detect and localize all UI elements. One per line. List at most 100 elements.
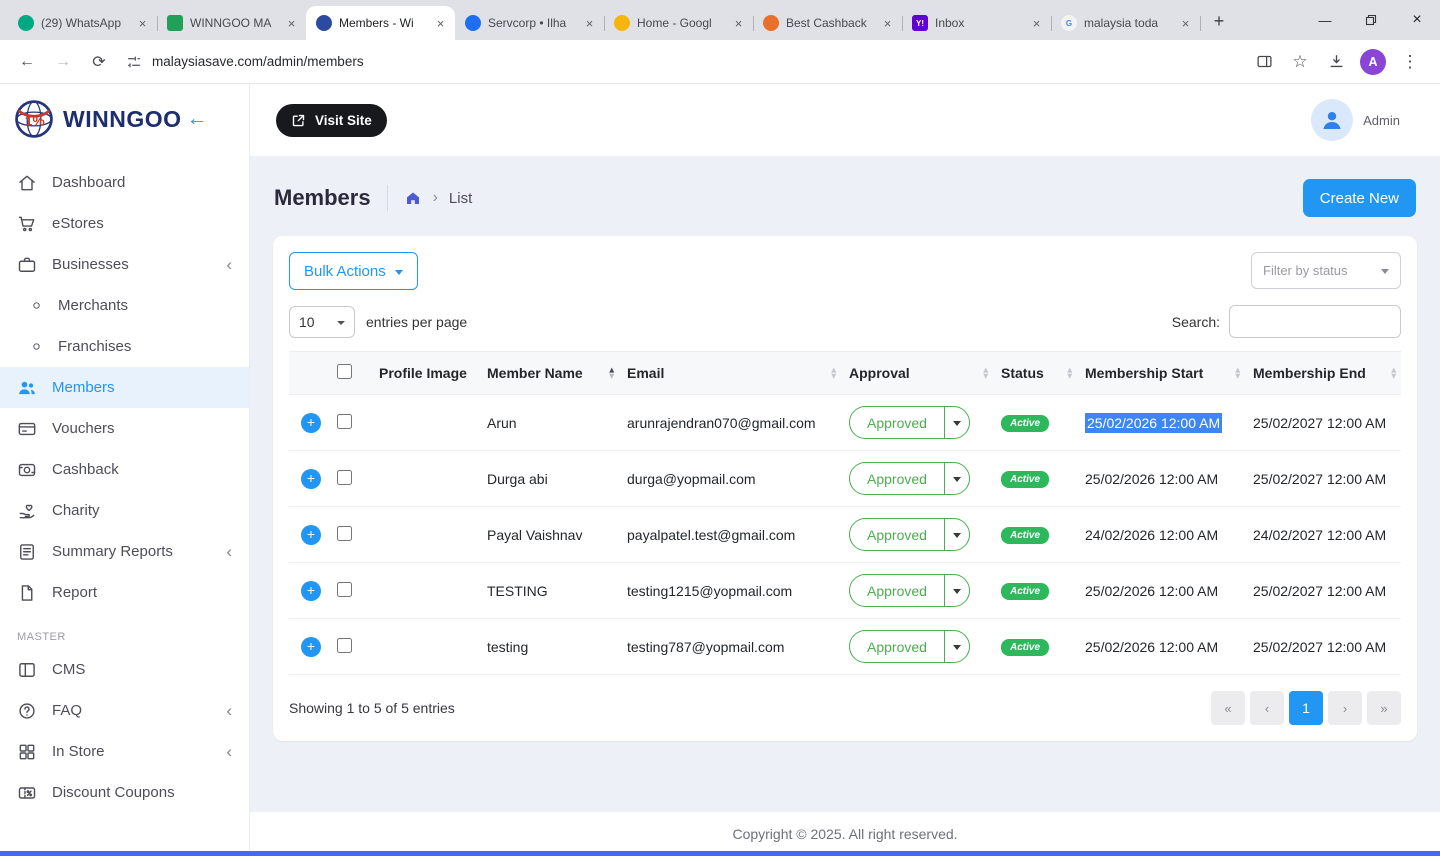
expand-row-button[interactable]: + (301, 637, 321, 657)
sidebar-item-members[interactable]: Members (0, 367, 249, 408)
restore-button[interactable] (1348, 0, 1394, 40)
browser-tab[interactable]: (29) WhatsApp × (8, 6, 157, 40)
back-button[interactable]: ← (10, 45, 44, 79)
row-checkbox[interactable] (337, 582, 352, 597)
browser-tab[interactable]: Home - Googl × (604, 6, 753, 40)
approval-dropdown[interactable]: Approved (849, 630, 970, 663)
row-checkbox[interactable] (337, 526, 352, 541)
pagination-first-button[interactable]: « (1211, 691, 1245, 725)
browser-tab[interactable]: Members - Wi × (306, 6, 455, 40)
browser-tab[interactable]: Servcorp • Ilha × (455, 6, 604, 40)
forward-button[interactable]: → (46, 45, 80, 79)
bulk-actions-button[interactable]: Bulk Actions (289, 252, 418, 290)
pagination-last-button[interactable]: » (1367, 691, 1401, 725)
tab-close-icon[interactable]: × (1177, 15, 1194, 32)
bottom-scrollbar[interactable] (0, 851, 1440, 856)
heading-divider (387, 185, 388, 211)
pagination-next-button[interactable]: › (1328, 691, 1362, 725)
col-profile-image[interactable]: Profile Image (371, 352, 479, 395)
home-icon (17, 173, 37, 193)
members-table: Profile Image Member Name Email Approval… (289, 351, 1401, 675)
caret-down-icon[interactable] (944, 631, 969, 662)
approval-dropdown[interactable]: Approved (849, 462, 970, 495)
refresh-button[interactable]: ⟳ (82, 45, 116, 79)
visit-site-button[interactable]: Visit Site (276, 104, 387, 137)
expand-row-button[interactable]: + (301, 581, 321, 601)
tab-close-icon[interactable]: × (730, 15, 747, 32)
url-text[interactable]: malaysiasave.com/admin/members (152, 54, 364, 69)
approval-dropdown[interactable]: Approved (849, 574, 970, 607)
sidebar-item-charity[interactable]: Charity (0, 490, 249, 531)
sidebar-item-franchises[interactable]: Franchises (0, 326, 249, 367)
col-membership-end[interactable]: Membership End (1245, 352, 1401, 395)
col-approval[interactable]: Approval (841, 352, 993, 395)
close-window-button[interactable]: × (1394, 0, 1440, 40)
site-info-icon[interactable] (126, 54, 142, 70)
tab-close-icon[interactable]: × (134, 15, 151, 32)
col-membership-start[interactable]: Membership Start (1077, 352, 1245, 395)
col-status[interactable]: Status (993, 352, 1077, 395)
tab-close-icon[interactable]: × (432, 15, 449, 32)
collapse-sidebar-icon[interactable]: ← (187, 107, 208, 131)
search-input[interactable] (1229, 305, 1401, 338)
create-new-button[interactable]: Create New (1303, 179, 1416, 217)
row-checkbox[interactable] (337, 470, 352, 485)
expand-row-button[interactable]: + (301, 525, 321, 545)
download-icon[interactable] (1320, 46, 1352, 78)
sidebar-item-cashback[interactable]: Cashback (0, 449, 249, 490)
status-filter-select[interactable]: Filter by status (1251, 252, 1401, 289)
sidebar-item-summary-reports[interactable]: Summary Reports (0, 531, 249, 572)
admin-profile[interactable]: Admin (1311, 99, 1414, 141)
row-checkbox[interactable] (337, 414, 352, 429)
new-tab-button[interactable]: + (1204, 6, 1234, 36)
bookmark-star-icon[interactable]: ☆ (1284, 46, 1316, 78)
membership-start-value: 25/02/2026 12:00 AM (1085, 413, 1222, 433)
sidebar-item-dashboard[interactable]: Dashboard (0, 162, 249, 203)
expand-row-button[interactable]: + (301, 413, 321, 433)
breadcrumb-home-icon[interactable] (404, 189, 422, 207)
sidebar-item-estores[interactable]: eStores (0, 203, 249, 244)
col-email[interactable]: Email (619, 352, 841, 395)
sidebar-item-in-store[interactable]: In Store (0, 731, 249, 772)
omnibox[interactable]: malaysiasave.com/admin/members (126, 54, 1246, 70)
sidebar-item-merchants[interactable]: Merchants (0, 285, 249, 326)
profile-image-cell (371, 619, 479, 675)
caret-down-icon[interactable] (944, 575, 969, 606)
caret-down-icon[interactable] (944, 407, 969, 438)
caret-down-icon[interactable] (944, 463, 969, 494)
row-checkbox[interactable] (337, 638, 352, 653)
sidebar-item-faq[interactable]: FAQ (0, 690, 249, 731)
caret-down-icon[interactable] (944, 519, 969, 550)
sidebar-item-businesses[interactable]: Businesses (0, 244, 249, 285)
approval-dropdown[interactable]: Approved (849, 406, 970, 439)
sidebar: 1% WINNGOO ← Dashboard eStores Businesse… (0, 84, 250, 856)
tab-close-icon[interactable]: × (581, 15, 598, 32)
tab-close-icon[interactable]: × (879, 15, 896, 32)
brand-area[interactable]: 1% WINNGOO ← (0, 84, 249, 154)
col-member-name[interactable]: Member Name (479, 352, 619, 395)
sidebar-item-label: Discount Coupons (52, 784, 175, 801)
sidebar-item-discount-coupons[interactable]: Discount Coupons (0, 772, 249, 813)
entries-per-page-select[interactable]: 10 (289, 306, 355, 338)
sidebar-item-vouchers[interactable]: Vouchers (0, 408, 249, 449)
tab-close-icon[interactable]: × (283, 15, 300, 32)
tab-close-icon[interactable]: × (1028, 15, 1045, 32)
browser-tab[interactable]: WINNGOO MA × (157, 6, 306, 40)
select-all-checkbox[interactable] (337, 364, 352, 379)
approval-dropdown[interactable]: Approved (849, 518, 970, 551)
browser-tab[interactable]: Best Cashback × (753, 6, 902, 40)
reading-list-icon[interactable] (1248, 46, 1280, 78)
browser-tab[interactable]: Y! Inbox × (902, 6, 1051, 40)
winngoo-logo: 1% (12, 97, 56, 141)
pagination-page-1-button[interactable]: 1 (1289, 691, 1323, 725)
file-icon (17, 583, 37, 603)
browser-profile-avatar[interactable]: A (1360, 49, 1386, 75)
browser-tab[interactable]: G malaysia toda × (1051, 6, 1200, 40)
pagination-prev-button[interactable]: ‹ (1250, 691, 1284, 725)
person-icon (1320, 108, 1344, 132)
browser-menu-icon[interactable]: ⋮ (1394, 46, 1426, 78)
sidebar-item-report[interactable]: Report (0, 572, 249, 613)
expand-row-button[interactable]: + (301, 469, 321, 489)
sidebar-item-cms[interactable]: CMS (0, 649, 249, 690)
minimize-button[interactable]: — (1302, 0, 1348, 40)
